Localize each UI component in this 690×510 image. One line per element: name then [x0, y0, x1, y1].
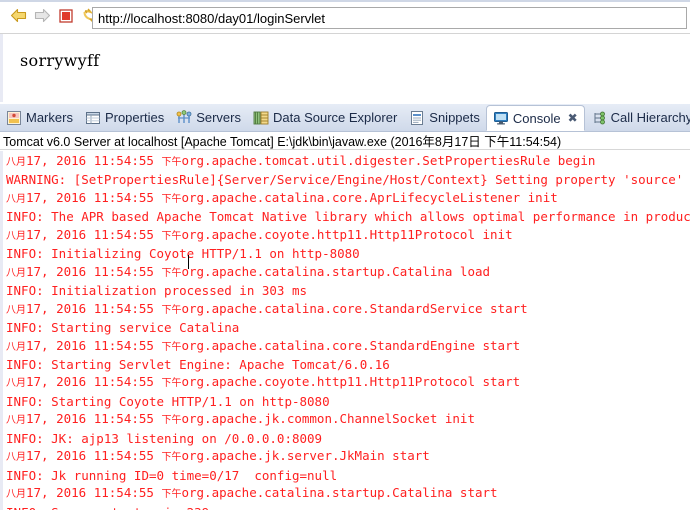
tab-markers[interactable]: Markers	[0, 104, 79, 131]
snippets-icon	[409, 110, 425, 126]
tab-label: Markers	[26, 110, 73, 125]
console-line: 八月17, 2016 11:54:55 下午org.apache.tomcat.…	[6, 153, 596, 168]
console-line: INFO: Initialization processed in 303 ms	[6, 283, 308, 299]
forward-button[interactable]	[30, 5, 54, 29]
console-line: 八月17, 2016 11:54:55 下午org.apache.catalin…	[6, 337, 521, 353]
console-line: INFO: Starting Coyote HTTP/1.1 on http-8…	[6, 393, 330, 409]
console-line: 八月17, 2016 11:54:55 下午org.apache.catalin…	[6, 485, 498, 501]
tab-call-hierarchy[interactable]: Call Hierarchy	[585, 104, 690, 131]
call-hierarchy-icon	[591, 110, 607, 126]
text-caret	[188, 255, 189, 269]
console-header-text: Tomcat v6.0 Server at localhost [Apache …	[3, 135, 562, 149]
url-text: http://localhost:8080/day01/loginServlet	[98, 10, 325, 26]
tab-console[interactable]: Console ✖	[485, 105, 585, 131]
tab-label: Console	[512, 110, 561, 126]
console-line-list: 八月17, 2016 11:54:55 下午org.apache.tomcat.…	[6, 152, 690, 510]
console-line: 八月17, 2016 11:54:55 下午org.apache.coyote.…	[6, 226, 513, 242]
back-arrow-icon	[10, 8, 27, 26]
views-area: Markers Properties Servers Data Source E…	[0, 104, 690, 510]
console-line: 八月17, 2016 11:54:55 下午org.apache.catalin…	[6, 189, 558, 205]
tab-servers[interactable]: Servers	[170, 104, 247, 131]
console-line: INFO: JK: ajp13 listening on /0.0.0.0:80…	[6, 430, 323, 446]
stop-icon	[59, 8, 73, 26]
browser-toolbar: http://localhost:8080/day01/loginServlet	[0, 2, 690, 32]
tab-label: Data Source Explorer	[273, 110, 398, 125]
console-line: INFO: Initializing Coyote HTTP/1.1 on ht…	[6, 246, 360, 262]
console-line: INFO: Starting service Catalina	[6, 320, 240, 336]
console-line: INFO: Jk running ID=0 time=0/17 config=n…	[6, 467, 338, 483]
tab-label: Servers	[196, 110, 241, 125]
console-header: Tomcat v6.0 Server at localhost [Apache …	[0, 132, 690, 150]
console-line: INFO: Starting Servlet Engine: Apache To…	[6, 356, 390, 372]
browser-content-area: sorrywyff	[0, 34, 690, 102]
tab-label: Call Hierarchy	[610, 110, 690, 125]
tab-data-source-explorer[interactable]: Data Source Explorer	[247, 104, 403, 131]
console-output-area[interactable]: 八月17, 2016 11:54:55 下午org.apache.tomcat.…	[0, 151, 690, 510]
console-line: 八月17, 2016 11:54:55 下午org.apache.catalin…	[6, 263, 491, 279]
forward-arrow-icon	[34, 8, 51, 26]
tab-label: Properties	[104, 110, 165, 125]
properties-icon	[85, 110, 101, 126]
back-button[interactable]	[6, 5, 30, 29]
servers-icon	[176, 109, 192, 126]
console-line: INFO: Server startup in 239 ms	[6, 504, 690, 510]
console-line: WARNING: [SetPropertiesRule]{Server/Serv…	[6, 172, 690, 188]
close-icon[interactable]: ✖	[568, 112, 578, 124]
internal-browser-pane: http://localhost:8080/day01/loginServlet…	[0, 0, 690, 104]
markers-icon	[6, 110, 22, 126]
console-line: 八月17, 2016 11:54:55 下午org.apache.jk.comm…	[6, 411, 475, 427]
console-line: 八月17, 2016 11:54:55 下午org.apache.coyote.…	[6, 374, 521, 390]
console-icon	[493, 110, 509, 126]
page-body-text: sorrywyff	[20, 51, 100, 70]
tab-snippets[interactable]: Snippets	[403, 104, 486, 131]
address-bar[interactable]: http://localhost:8080/day01/loginServlet	[92, 7, 687, 29]
view-tab-bar: Markers Properties Servers Data Source E…	[0, 104, 690, 132]
stop-button[interactable]	[54, 5, 78, 29]
console-line: INFO: The APR based Apache Tomcat Native…	[6, 209, 690, 225]
tab-properties[interactable]: Properties	[79, 104, 170, 131]
console-line: 八月17, 2016 11:54:55 下午org.apache.catalin…	[6, 300, 528, 316]
tab-label: Snippets	[429, 110, 480, 125]
data-source-explorer-icon	[253, 110, 269, 126]
console-line: 八月17, 2016 11:54:55 下午org.apache.jk.serv…	[6, 448, 430, 464]
